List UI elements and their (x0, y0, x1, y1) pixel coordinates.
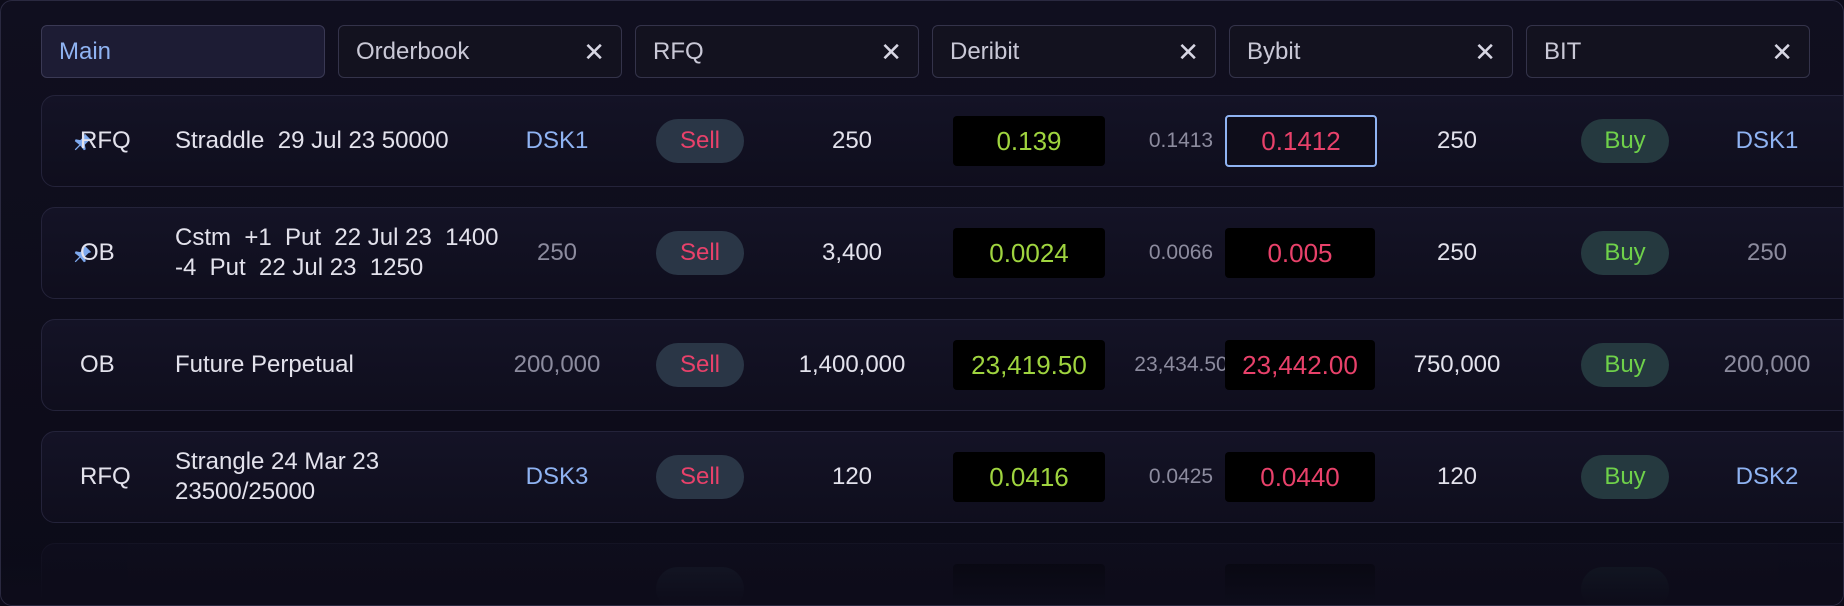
ask-quantity: 120 (1436, 463, 1478, 490)
ask-price-value: 0.005 (1267, 237, 1333, 268)
ask-price-value: 23,442.00 (1242, 349, 1358, 380)
bid-price-value: 0.0024 (989, 237, 1069, 268)
row-type: RFQ (80, 127, 131, 154)
ask-price[interactable]: 23,442.00 (1225, 340, 1375, 390)
buy-label: Buy (1604, 239, 1646, 266)
tab-main[interactable]: Main (41, 25, 325, 78)
ask-price[interactable]: 0.005 (1225, 228, 1375, 278)
close-icon[interactable]: ✕ (880, 39, 902, 65)
buy-button[interactable]: Buy (1581, 455, 1669, 499)
tab-label: Bybit (1247, 37, 1301, 65)
quote-row[interactable]: OB Cstm +1 Put 22 Jul 23 1400 -4 Put 22 … (41, 207, 1843, 299)
sell-button[interactable]: Sell (656, 343, 744, 387)
bid-quantity: 1,400,000 (798, 351, 906, 378)
bid-quantity: 120 (831, 463, 873, 490)
quote-row[interactable] (41, 543, 1843, 605)
bid-price-value: 23,419.50 (971, 349, 1087, 380)
close-icon[interactable]: ✕ (583, 39, 605, 65)
close-icon[interactable]: ✕ (1177, 39, 1199, 65)
bid-price[interactable] (953, 564, 1105, 605)
instrument-name: Future Perpetual (175, 351, 354, 378)
sell-label: Sell (679, 239, 721, 266)
ask-price[interactable] (1225, 564, 1375, 605)
buy-button[interactable]: Buy (1581, 231, 1669, 275)
ask-source: DSK1 (1735, 127, 1799, 154)
ask-source: 250 (1746, 239, 1788, 266)
bid-quantity: 250 (831, 127, 873, 154)
tab-label: BIT (1544, 37, 1582, 65)
buy-button[interactable]: Buy (1581, 343, 1669, 387)
bid-price[interactable]: 0.139 (953, 116, 1105, 166)
tab-label: Deribit (950, 37, 1020, 65)
bid-price[interactable]: 0.0416 (953, 452, 1105, 502)
sell-label: Sell (679, 127, 721, 154)
ask-price-value: 0.1412 (1261, 125, 1341, 156)
row-type: RFQ (80, 463, 131, 490)
tab-orderbook[interactable]: Orderbook ✕ (338, 25, 622, 78)
row-type: OB (80, 239, 115, 266)
bid-price[interactable]: 0.0024 (953, 228, 1105, 278)
bid-price[interactable]: 23,419.50 (953, 340, 1105, 390)
tab-label: RFQ (653, 37, 704, 65)
row-type: OB (80, 351, 115, 378)
ask-source: 200,000 (1723, 351, 1811, 378)
quote-row[interactable]: RFQ Strangle 24 Mar 23 23500/25000 DSK3 … (41, 431, 1843, 523)
bid-source: DSK3 (525, 463, 589, 490)
instrument-name: Strangle 24 Mar 23 23500/25000 (175, 448, 380, 505)
instrument-name: Cstm +1 Put 22 Jul 23 1400 -4 Put 22 Jul… (175, 224, 499, 281)
buy-label: Buy (1604, 463, 1646, 490)
sell-label: Sell (679, 463, 721, 490)
sell-button[interactable]: Sell (656, 455, 744, 499)
sell-button[interactable]: Sell (656, 119, 744, 163)
tab-bit[interactable]: BIT ✕ (1526, 25, 1810, 78)
buy-label: Buy (1604, 351, 1646, 378)
instrument-name: Straddle 29 Jul 23 50000 (175, 127, 449, 154)
tab-label: Orderbook (356, 37, 470, 65)
bid-price-value: 0.139 (996, 125, 1062, 156)
ask-price[interactable]: 0.0440 (1225, 452, 1375, 502)
trading-panel: Main Orderbook ✕ RFQ ✕ Deribit ✕ Bybit ✕… (0, 0, 1844, 606)
bid-quantity: 3,400 (821, 239, 883, 266)
tab-bybit[interactable]: Bybit ✕ (1229, 25, 1513, 78)
ask-quantity: 250 (1436, 239, 1478, 266)
tab-rfq[interactable]: RFQ ✕ (635, 25, 919, 78)
bid-source: 200,000 (513, 351, 601, 378)
close-icon[interactable]: ✕ (1771, 39, 1793, 65)
sell-button[interactable] (656, 567, 744, 605)
bid-source: 250 (536, 239, 578, 266)
ask-source: DSK2 (1735, 463, 1799, 490)
quote-row[interactable]: OB Future Perpetual 200,000 Sell 1,400,0… (41, 319, 1843, 411)
bid-price-value: 0.0416 (989, 461, 1069, 492)
close-icon[interactable]: ✕ (1474, 39, 1496, 65)
ask-price-value: 0.0440 (1260, 461, 1340, 492)
buy-button[interactable] (1581, 567, 1669, 605)
bid-source: DSK1 (525, 127, 589, 154)
ask-quantity: 250 (1436, 127, 1478, 154)
ask-price[interactable]: 0.1412 (1225, 115, 1377, 167)
tab-bar: Main Orderbook ✕ RFQ ✕ Deribit ✕ Bybit ✕… (41, 25, 1810, 78)
tab-deribit[interactable]: Deribit ✕ (932, 25, 1216, 78)
buy-label: Buy (1604, 127, 1646, 154)
buy-button[interactable]: Buy (1581, 119, 1669, 163)
sell-label: Sell (679, 351, 721, 378)
sell-button[interactable]: Sell (656, 231, 744, 275)
quote-row[interactable]: RFQ Straddle 29 Jul 23 50000 DSK1 Sell 2… (41, 95, 1843, 187)
tab-label: Main (59, 37, 112, 65)
ask-quantity: 750,000 (1413, 351, 1501, 378)
